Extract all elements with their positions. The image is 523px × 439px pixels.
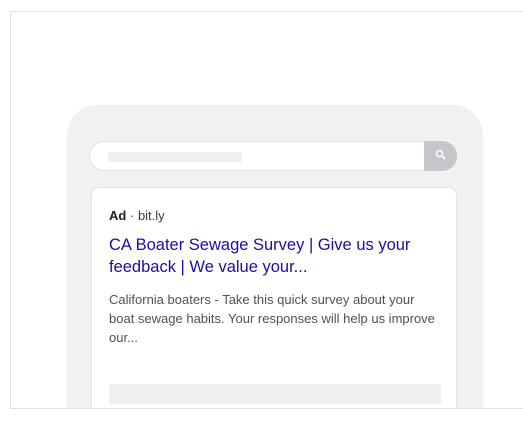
ad-separator: · xyxy=(129,208,135,223)
ad-meta-line: Ad · bit.ly xyxy=(109,208,165,223)
mobile-frame: Ad · bit.ly CA Boater Sewage Survey | Gi… xyxy=(67,105,483,408)
skeleton-line xyxy=(109,384,441,404)
search-input-placeholder xyxy=(108,152,242,162)
search-ad-result: Ad · bit.ly CA Boater Sewage Survey | Gi… xyxy=(91,187,457,408)
search-button[interactable] xyxy=(424,141,457,171)
search-bar[interactable] xyxy=(89,141,457,171)
ad-badge: Ad xyxy=(109,208,127,223)
ad-display-url: bit.ly xyxy=(137,208,165,223)
ad-description: California boaters - Take this quick sur… xyxy=(109,292,435,345)
ad-preview-card: Ad · bit.ly CA Boater Sewage Survey | Gi… xyxy=(10,11,523,409)
ad-headline-link[interactable]: CA Boater Sewage Survey | Give us your f… xyxy=(109,234,439,278)
search-icon xyxy=(435,147,446,165)
